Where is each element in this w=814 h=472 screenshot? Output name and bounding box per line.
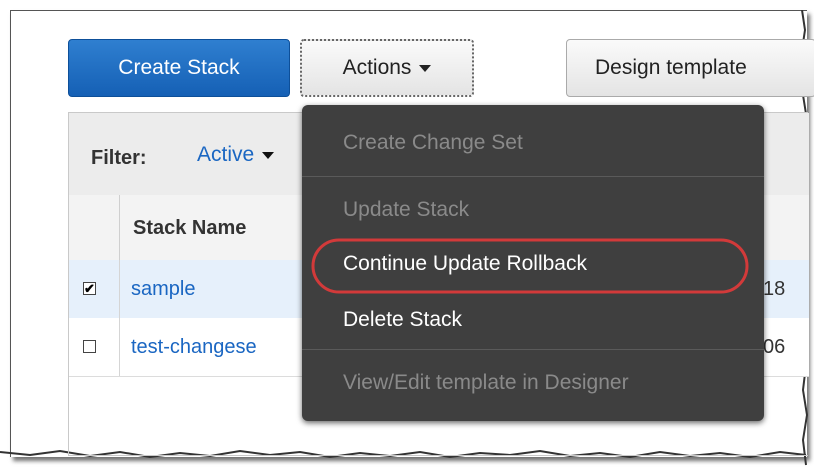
design-template-button[interactable]: Design template [566, 39, 814, 97]
actions-menu: Create Change Set Update Stack Continue … [302, 105, 764, 421]
menu-separator [302, 349, 764, 350]
menu-item-create-change-set[interactable]: Create Change Set [343, 131, 523, 155]
menu-item-continue-update-rollback[interactable]: Continue Update Rollback [343, 252, 587, 276]
filter-dropdown[interactable]: Active [197, 143, 275, 167]
chevron-down-icon [262, 151, 275, 159]
actions-label: Actions [342, 56, 412, 79]
menu-item-delete-stack[interactable]: Delete Stack [343, 308, 462, 332]
column-divider [119, 260, 120, 318]
menu-separator [302, 176, 764, 177]
stack-name-link[interactable]: test-changese [131, 336, 257, 359]
create-stack-label: Create Stack [118, 56, 240, 79]
filter-value: Active [197, 143, 255, 166]
column-divider [119, 318, 120, 376]
row-trailing-text: 18 [763, 278, 786, 300]
stack-name-link[interactable]: sample [131, 278, 195, 301]
row-trailing-text: 06 [763, 336, 786, 358]
chevron-down-icon [419, 64, 432, 72]
column-header-stack-name[interactable]: Stack Name [133, 217, 246, 240]
row-checkbox[interactable] [83, 340, 96, 353]
menu-item-view-edit-template[interactable]: View/Edit template in Designer [343, 371, 629, 395]
row-checkbox[interactable]: ✔ [83, 282, 96, 295]
create-stack-button[interactable]: Create Stack [68, 39, 290, 97]
filter-label: Filter: [91, 147, 147, 169]
column-divider [119, 195, 120, 260]
menu-item-update-stack[interactable]: Update Stack [343, 198, 469, 222]
design-template-label: Design template [595, 56, 747, 79]
actions-dropdown-button[interactable]: Actions [300, 39, 474, 97]
